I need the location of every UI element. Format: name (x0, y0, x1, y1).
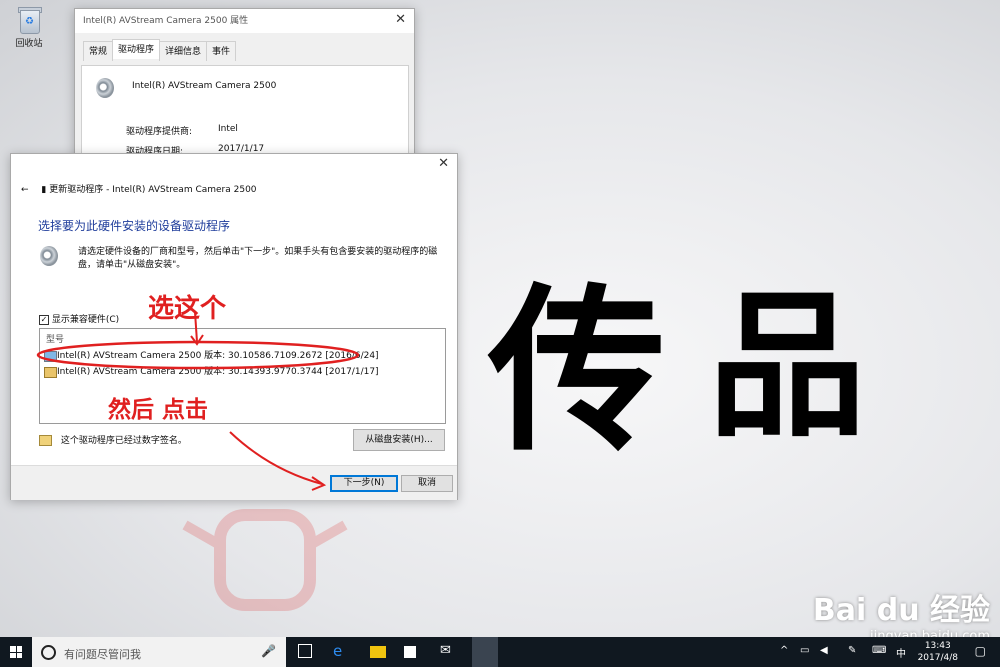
battery-icon[interactable]: ▭ (800, 645, 809, 656)
file-explorer-icon[interactable] (370, 646, 386, 658)
search-box[interactable]: 有问题尽管问我 🎤 (32, 637, 286, 667)
task-view-icon[interactable] (298, 644, 312, 658)
keyboard-icon[interactable]: ⌨ (872, 645, 886, 656)
ime-indicator[interactable]: 中 (896, 645, 906, 660)
taskbar: 有问题尽管问我 🎤 e ✉ ^ ▭ ◀ ✎ ⌨ 中 13:43 2017/4/8… (0, 637, 1000, 667)
annotation-select-this: 选这个 (148, 294, 227, 324)
clock-date: 2017/4/8 (917, 653, 958, 663)
store-icon[interactable] (404, 646, 416, 658)
edge-icon[interactable]: e (333, 642, 349, 660)
clock[interactable]: 13:43 2017/4/8 (918, 640, 958, 664)
start-windows-icon[interactable] (10, 646, 22, 658)
annotation-overlay (36, 311, 360, 491)
cortana-icon (41, 645, 56, 660)
mail-icon[interactable]: ✉ (440, 643, 456, 659)
clock-time: 13:43 (924, 641, 951, 651)
pen-icon[interactable]: ✎ (848, 645, 856, 656)
chevron-up-icon[interactable]: ^ (780, 645, 788, 656)
annotation-then-click: 然后 点击 (108, 396, 209, 423)
device-manager-taskbar-icon[interactable] (472, 637, 498, 667)
volume-icon[interactable]: ◀ (820, 645, 828, 656)
search-placeholder: 有问题尽管问我 (64, 648, 141, 661)
baidu-watermark: Bai du 经验 jingyan.baidu.com (813, 585, 990, 644)
microphone-icon[interactable]: 🎤 (261, 644, 276, 658)
watermark-brand: Bai du 经验 (812, 593, 990, 628)
notification-icon[interactable]: ▢ (975, 644, 986, 658)
